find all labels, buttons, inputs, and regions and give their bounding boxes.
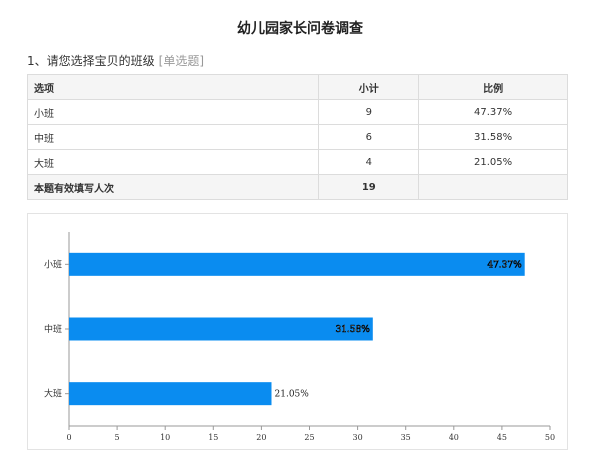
row-count: 4 bbox=[318, 149, 420, 175]
x-tick-label: 10 bbox=[160, 433, 170, 442]
question-text: 1、请您选择宝贝的班级 bbox=[27, 54, 155, 68]
total-label: 本题有效填写人次 bbox=[26, 174, 320, 200]
row-ratio: 31.58% bbox=[418, 124, 568, 150]
x-tick-label: 50 bbox=[545, 433, 555, 442]
table-total-row: 本题有效填写人次 19 bbox=[26, 174, 568, 200]
row-count: 6 bbox=[318, 124, 420, 150]
x-tick-label: 30 bbox=[353, 433, 363, 442]
table-row: 中班 6 31.58% bbox=[26, 124, 568, 150]
y-tick-label: 小班 bbox=[44, 258, 62, 270]
row-ratio: 21.05% bbox=[418, 149, 568, 175]
question-title: 1、请您选择宝贝的班级 [单选题] bbox=[27, 52, 204, 69]
question-type: [单选题] bbox=[158, 54, 205, 68]
x-tick-label: 15 bbox=[208, 433, 218, 442]
data-label: 47.37% bbox=[487, 260, 522, 270]
row-ratio: 47.37% bbox=[418, 99, 568, 125]
x-tick-label: 0 bbox=[66, 433, 71, 442]
table-row: 小班 9 47.37% bbox=[26, 99, 568, 125]
chart-container: 0 5 10 15 20 25 30 35 40 45 50 小班 47.37% 中班 31.58% 大班 21… bbox=[27, 213, 568, 450]
bar bbox=[69, 382, 272, 406]
x-tick-label: 20 bbox=[256, 433, 266, 442]
x-tick-label: 25 bbox=[304, 433, 314, 442]
row-option: 小班 bbox=[26, 99, 320, 125]
data-label: 21.05% bbox=[275, 390, 310, 400]
row-option: 中班 bbox=[26, 124, 320, 150]
table-header-row: 选项 小计 比例 bbox=[26, 74, 568, 100]
header-ratio: 比例 bbox=[418, 74, 568, 100]
data-label: 31.58% bbox=[335, 325, 370, 335]
bar bbox=[69, 252, 525, 276]
total-count: 19 bbox=[318, 174, 420, 200]
bar-chart: 0 5 10 15 20 25 30 35 40 45 50 小班 47.37% 中班 31.58% 大班 21… bbox=[44, 232, 555, 442]
total-ratio bbox=[418, 174, 568, 200]
row-count: 9 bbox=[318, 99, 420, 125]
x-tick-label: 45 bbox=[497, 433, 507, 442]
row-option: 大班 bbox=[26, 149, 320, 175]
bar bbox=[69, 317, 373, 341]
x-tick-label: 35 bbox=[401, 433, 411, 442]
result-table: 选项 小计 比例 小班 9 47.37% 中班 6 31.58% 大班 4 21… bbox=[26, 74, 568, 200]
page-title: 幼儿园家长问卷调查 bbox=[237, 21, 363, 37]
y-tick-label: 大班 bbox=[44, 388, 62, 400]
table-row: 大班 4 21.05% bbox=[26, 149, 568, 175]
header-count: 小计 bbox=[318, 74, 420, 100]
header-option: 选项 bbox=[26, 74, 320, 100]
y-tick-label: 中班 bbox=[44, 323, 62, 335]
x-tick-label: 40 bbox=[449, 433, 459, 442]
x-tick-label: 5 bbox=[115, 433, 120, 442]
